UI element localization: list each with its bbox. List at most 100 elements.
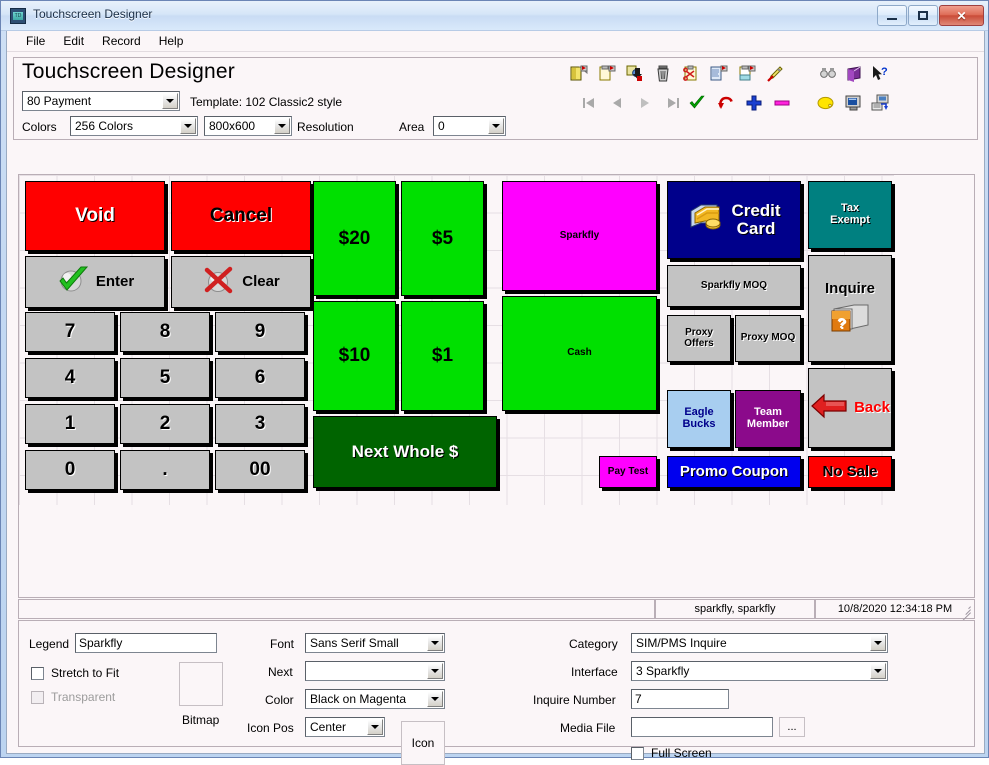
next-record-icon[interactable] (636, 94, 654, 112)
next-select[interactable] (305, 661, 445, 681)
stretch-to-fit-checkbox[interactable] (31, 667, 44, 680)
clear-all-icon[interactable] (766, 65, 784, 83)
touch-button-label: $5 (431, 227, 454, 249)
color-select[interactable]: Black on Magenta (305, 689, 445, 709)
paste-record-icon[interactable] (710, 65, 728, 83)
icon-pos-select-value: Center (310, 720, 347, 734)
touch-button-key00[interactable]: 00 (215, 450, 305, 490)
touch-button-sparkflymoq[interactable]: Sparkfly MOQ (667, 265, 801, 307)
delete-record-icon[interactable] (654, 65, 672, 83)
color-icon[interactable] (817, 94, 835, 112)
touch-button-creditcard[interactable]: Credit Card (667, 181, 801, 259)
new-record-icon[interactable] (570, 65, 588, 83)
design-canvas[interactable]: Void Cancel Enter Clear 7 8 9 4 5 6 1 2 3 0. 00 $20 $5… (18, 174, 975, 598)
area-select[interactable]: 0 (433, 116, 506, 136)
maximize-button[interactable] (908, 5, 938, 26)
touch-button-promocoupon[interactable]: Promo Coupon (667, 456, 801, 488)
touch-button-key2[interactable]: 2 (120, 404, 210, 444)
chevron-down-icon[interactable] (488, 118, 504, 134)
touch-button-amt20[interactable]: $20 (313, 181, 396, 296)
menu-file[interactable]: File (17, 32, 54, 51)
touch-button-key0[interactable]: 0 (25, 450, 115, 490)
icon-pos-select[interactable]: Center (305, 717, 385, 737)
media-browse-button[interactable]: ... (779, 717, 805, 737)
touch-button-key1[interactable]: 1 (25, 404, 115, 444)
touch-button-amt1[interactable]: $1 (401, 301, 484, 411)
chevron-down-icon[interactable] (162, 93, 178, 109)
touch-button-key4[interactable]: 4 (25, 358, 115, 398)
bitmap-label: Bitmap (182, 713, 220, 727)
touch-button-eaglebucks[interactable]: Eagle Bucks (667, 390, 731, 448)
touch-button-key9[interactable]: 9 (215, 312, 305, 352)
previous-record-icon[interactable] (608, 94, 626, 112)
icon-button[interactable]: Icon (401, 721, 445, 765)
inquire-number-input[interactable]: 7 (631, 689, 729, 709)
save-record-icon[interactable] (626, 65, 644, 83)
resolution-select[interactable]: 800x600 (204, 116, 292, 136)
transfer-icon[interactable] (871, 94, 889, 112)
chevron-down-icon[interactable] (367, 719, 383, 735)
resize-grip[interactable] (959, 603, 971, 621)
touch-button-inquire[interactable]: Inquire ? (808, 255, 892, 362)
chevron-down-icon[interactable] (427, 691, 443, 707)
stretch-to-fit-label: Stretch to Fit (51, 666, 120, 680)
copy-record-icon[interactable] (598, 65, 616, 83)
legend-label: Legend (29, 637, 70, 651)
touch-button-sparkfly[interactable]: Sparkfly (502, 181, 657, 291)
close-button[interactable]: ✕ (939, 5, 984, 26)
colors-select[interactable]: 256 Colors (70, 116, 198, 136)
find-icon[interactable] (819, 65, 837, 83)
chevron-down-icon[interactable] (180, 118, 196, 134)
touch-button-enter[interactable]: Enter (25, 256, 165, 308)
touch-button-cancel[interactable]: Cancel (171, 181, 311, 251)
touch-button-key6[interactable]: 6 (215, 358, 305, 398)
touch-button-amt10[interactable]: $10 (313, 301, 396, 411)
touch-button-key7[interactable]: 7 (25, 312, 115, 352)
menu-edit[interactable]: Edit (54, 32, 93, 51)
book-icon[interactable] (845, 65, 863, 83)
touch-button-key8[interactable]: 8 (120, 312, 210, 352)
touch-button-proxymoq[interactable]: Proxy MOQ (735, 315, 801, 362)
monitor-icon[interactable] (845, 94, 863, 112)
chevron-down-icon[interactable] (870, 663, 886, 679)
chevron-down-icon[interactable] (870, 635, 886, 651)
help-pointer-icon[interactable]: ? (871, 65, 889, 83)
touch-button-taxexempt[interactable]: Tax Exempt (808, 181, 892, 249)
menu-record[interactable]: Record (93, 32, 150, 51)
chevron-down-icon[interactable] (274, 118, 290, 134)
touch-button-clear[interactable]: Clear (171, 256, 311, 308)
touch-button-key5[interactable]: 5 (120, 358, 210, 398)
chevron-down-icon[interactable] (427, 663, 443, 679)
touch-button-teammember[interactable]: Team Member (735, 390, 801, 448)
legend-input[interactable]: Sparkfly (75, 633, 217, 653)
touch-button-proxyoffers[interactable]: Proxy Offers (667, 315, 731, 362)
full-screen-checkbox[interactable] (631, 747, 644, 760)
first-record-icon[interactable] (580, 94, 598, 112)
last-record-icon[interactable] (664, 94, 682, 112)
chevron-down-icon[interactable] (427, 635, 443, 651)
add-icon[interactable] (745, 94, 763, 112)
touch-button-paytest[interactable]: Pay Test (599, 456, 657, 488)
duplicate-icon[interactable] (738, 65, 756, 83)
touch-button-back[interactable]: Back (808, 368, 892, 448)
bitmap-preview[interactable] (179, 662, 223, 706)
undo-icon[interactable] (717, 94, 735, 112)
touch-button-keydot[interactable]: . (120, 450, 210, 490)
touch-button-cash[interactable]: Cash (502, 296, 657, 411)
accept-icon[interactable] (688, 94, 706, 112)
screen-select[interactable]: 80 Payment (22, 91, 180, 111)
touch-button-nosale[interactable]: No Sale (808, 456, 892, 488)
category-select[interactable]: SIM/PMS Inquire (631, 633, 888, 653)
interface-select[interactable]: 3 Sparkfly (631, 661, 888, 681)
touch-button-nextwhole[interactable]: Next Whole $ (313, 416, 497, 488)
touch-button-amt5[interactable]: $5 (401, 181, 484, 296)
font-select[interactable]: Sans Serif Small (305, 633, 445, 653)
touch-button-key3[interactable]: 3 (215, 404, 305, 444)
remove-icon[interactable] (773, 94, 791, 112)
menu-help[interactable]: Help (150, 32, 193, 51)
cut-icon[interactable] (682, 65, 700, 83)
touch-button-void[interactable]: Void (25, 181, 165, 251)
minimize-button[interactable] (877, 5, 907, 26)
media-file-input[interactable] (631, 717, 773, 737)
touch-button-label: 00 (249, 459, 271, 481)
